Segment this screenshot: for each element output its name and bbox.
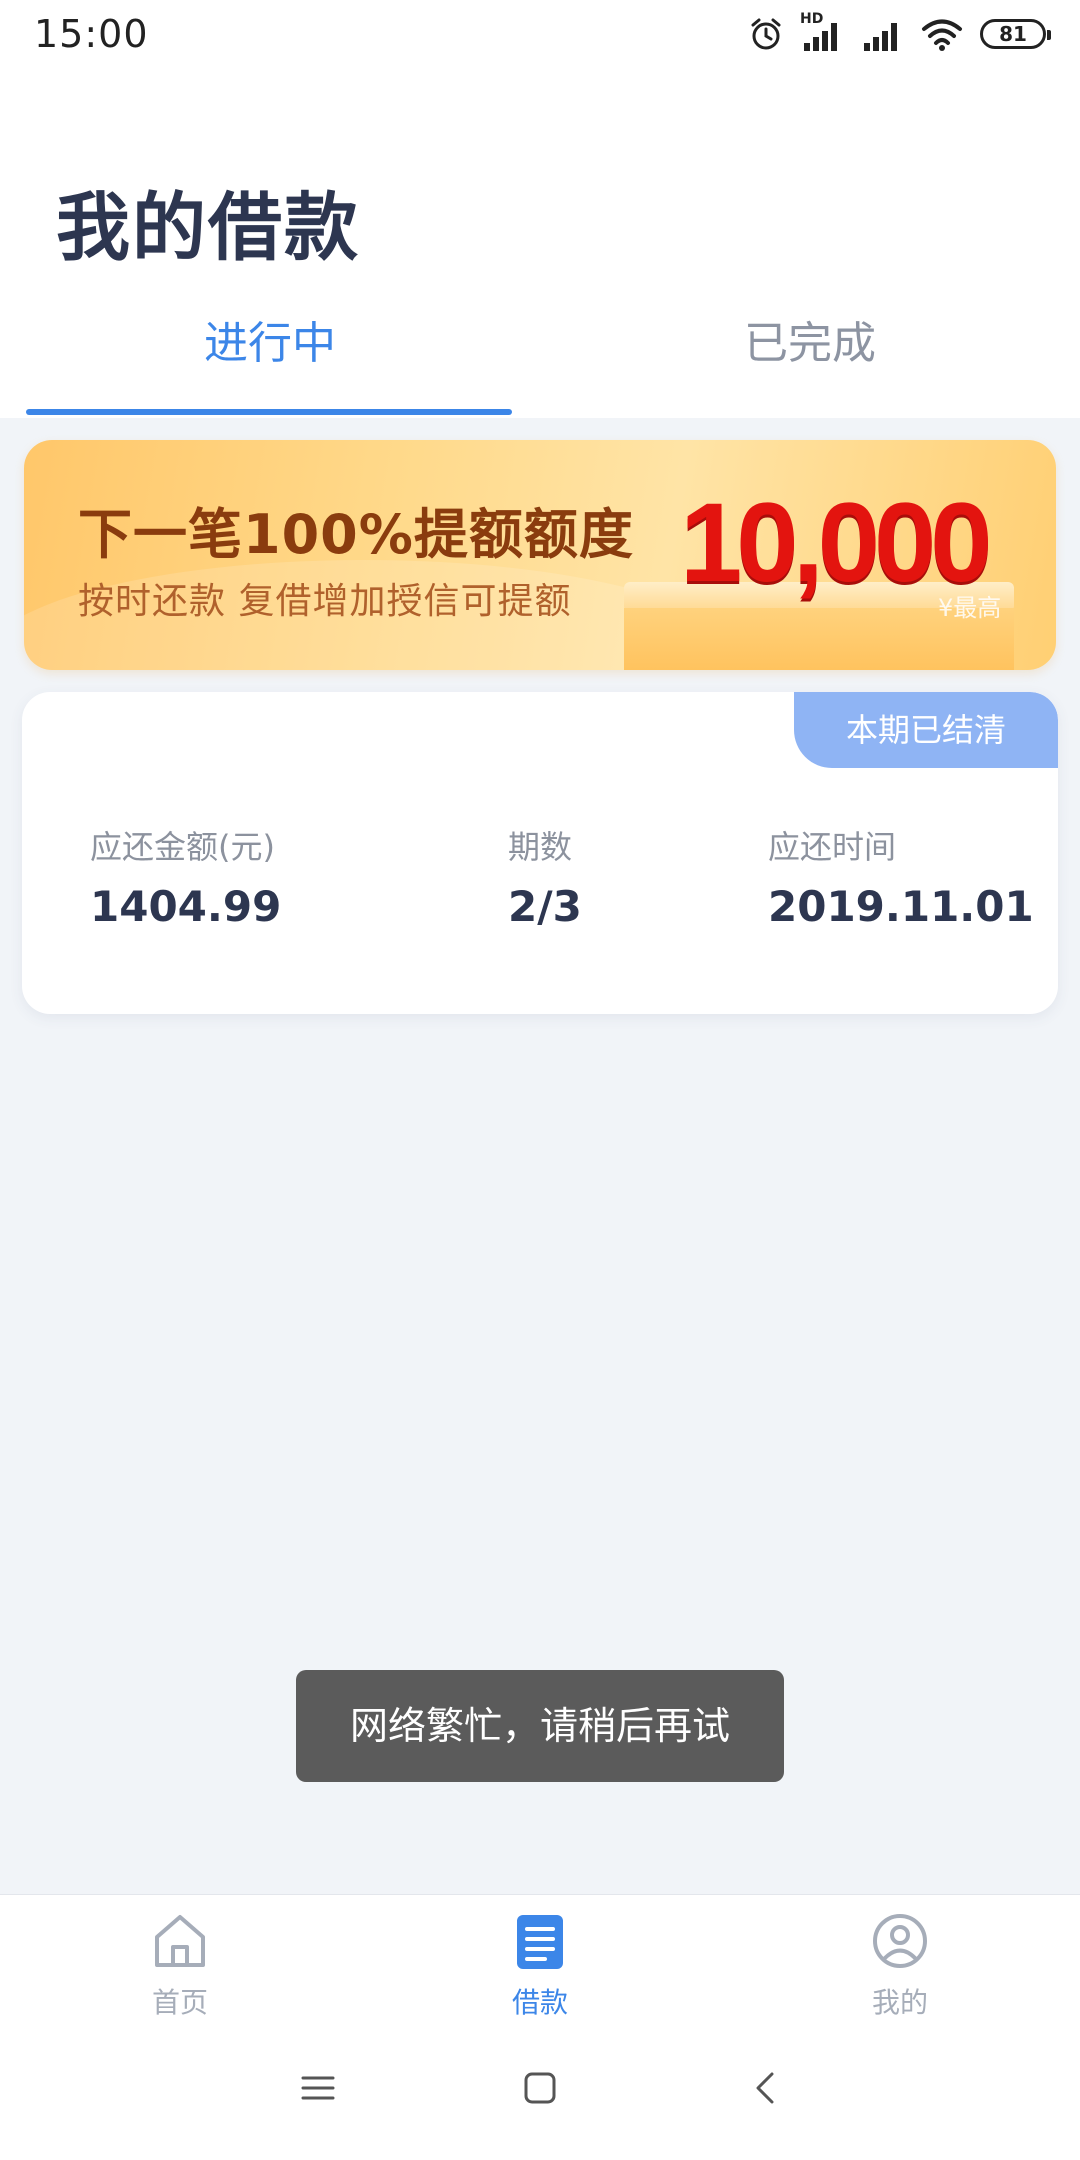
tab-in-progress[interactable]: 进行中	[0, 322, 540, 418]
nav-label-home: 首页	[151, 1986, 208, 2019]
nav-item-mine[interactable]: 我的	[720, 1895, 1080, 2031]
tab-completed[interactable]: 已完成	[540, 322, 1080, 418]
user-profile-icon	[873, 1914, 927, 1968]
nav-label-loan: 借款	[511, 1986, 568, 2019]
battery-icon: 81	[980, 19, 1051, 49]
amount-due-label: 应还金额(元)	[90, 828, 275, 866]
installment-label: 期数	[508, 828, 573, 866]
signal-icon	[804, 23, 837, 51]
hd-signal: HD	[800, 11, 844, 53]
active-tab-indicator	[26, 409, 512, 415]
nav-item-loan[interactable]: 借款	[360, 1895, 720, 2031]
status-badge: 本期已结清	[794, 692, 1058, 768]
banner-amount-note: ¥最高	[938, 594, 1002, 622]
status-time: 15:00	[34, 12, 149, 56]
loan-document-icon	[517, 1915, 563, 1969]
bottom-nav: 首页 借款 我的	[0, 1894, 1080, 2030]
system-nav-bar	[0, 2030, 1080, 2160]
due-date-value: 2019.11.01	[768, 882, 1034, 931]
installment-value: 2/3	[508, 882, 582, 931]
home-icon	[155, 1915, 205, 1967]
signal-icon-2	[864, 23, 897, 51]
amount-due-value: 1404.99	[90, 882, 282, 931]
due-date-label: 应还时间	[768, 828, 897, 866]
header: 我的借款 进行中 已完成	[0, 72, 1080, 418]
alarm-icon	[751, 18, 781, 50]
page-title: 我的借款	[56, 185, 360, 271]
loan-card[interactable]: 本期已结清 应还金额(元) 1404.99 期数 2/3 应还时间 2019.1…	[22, 692, 1058, 1014]
menu-icon[interactable]	[300, 2070, 336, 2106]
wifi-icon	[922, 19, 962, 51]
nav-item-home[interactable]: 首页	[0, 1895, 360, 2031]
back-icon[interactable]	[748, 2070, 784, 2106]
status-bar: 15:00 HD 81	[0, 0, 1080, 72]
banner-headline: 下一笔100%提额额度	[78, 503, 634, 566]
nav-label-mine: 我的	[871, 1986, 928, 2019]
status-icons: HD 81	[748, 11, 1051, 54]
toast-message: 网络繁忙，请稍后再试	[296, 1670, 784, 1782]
home-square-icon[interactable]	[522, 2070, 558, 2106]
promo-banner[interactable]: 下一笔100%提额额度 按时还款 复借增加授信可提额 10,000 ¥最高	[24, 440, 1056, 670]
banner-subline: 按时还款 复借增加授信可提额	[78, 581, 572, 622]
